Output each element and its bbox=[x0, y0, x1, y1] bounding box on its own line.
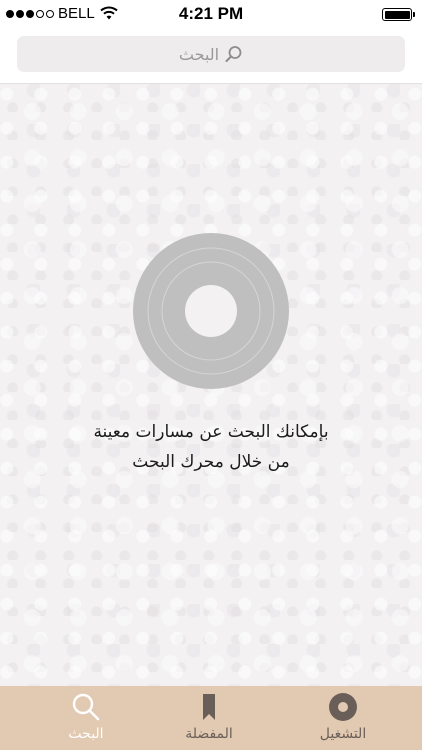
search-input[interactable]: البحث bbox=[17, 36, 405, 72]
search-header: البحث bbox=[0, 28, 422, 84]
battery-tip bbox=[413, 12, 415, 17]
empty-state-line-2: من خلال محرك البحث bbox=[132, 452, 290, 472]
tab-player[interactable]: التشغيل bbox=[293, 686, 393, 750]
tab-favorites-label: المفضلة bbox=[185, 726, 233, 742]
status-time: 4:21 PM bbox=[178, 4, 244, 23]
empty-state-message: بإمكانك البحث عن مسارات معينة من خلال مح… bbox=[20, 417, 402, 477]
tab-search[interactable]: البحث bbox=[36, 686, 136, 750]
search-icon bbox=[72, 693, 100, 721]
tab-favorites[interactable]: المفضلة bbox=[159, 686, 259, 750]
tab-search-label: البحث bbox=[68, 726, 104, 742]
search-placeholder: البحث bbox=[178, 44, 220, 64]
disc-icon bbox=[133, 233, 289, 389]
tab-player-label: التشغيل bbox=[319, 726, 367, 742]
status-bar: BELL 4:21 PM bbox=[0, 0, 422, 28]
tab-bar: البحث المفضلة التشغيل bbox=[0, 686, 422, 750]
battery-icon bbox=[382, 8, 412, 21]
search-icon bbox=[225, 46, 242, 62]
battery-level bbox=[384, 10, 410, 19]
bookmark-icon bbox=[203, 694, 215, 720]
disc-icon bbox=[329, 693, 357, 721]
search-results-area: بإمكانك البحث عن مسارات معينة من خلال مح… bbox=[0, 84, 422, 686]
empty-state-line-1: بإمكانك البحث عن مسارات معينة bbox=[93, 422, 329, 442]
